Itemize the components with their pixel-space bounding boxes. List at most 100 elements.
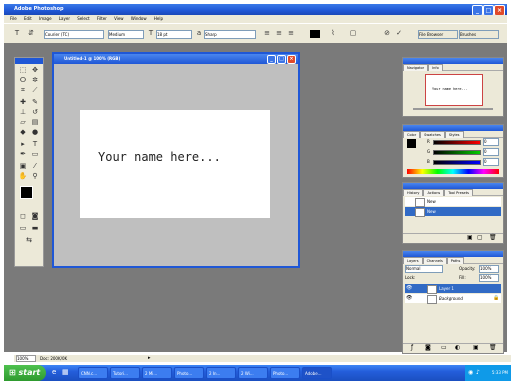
task-button-6[interactable]: 2 Wi... [238,367,268,379]
channel-r-value[interactable]: 0 [483,138,499,146]
menu-view[interactable]: View [114,16,124,21]
menu-file[interactable]: File [10,16,17,21]
doc-close-button[interactable]: × [287,55,296,64]
tab-styles[interactable]: Styles [444,131,464,138]
task-button-3[interactable]: 2 Mi... [142,367,172,379]
antialias-select[interactable]: Sharp [204,30,256,39]
channel-g-value[interactable]: 0 [483,148,499,156]
tab-swatches[interactable]: Swatches [420,131,445,138]
lasso-tool-icon[interactable]: ⵔ [18,76,28,84]
menu-layer[interactable]: Layer [59,16,70,21]
text-color-swatch[interactable] [310,30,320,38]
tab-layers[interactable]: Layers [403,257,423,264]
layer-row-layer-1[interactable]: 👁 Layer 1 [405,284,501,294]
history-state-item[interactable]: New [405,207,501,217]
marquee-tool-icon[interactable]: ⬚ [18,66,28,74]
new-layer-icon[interactable]: ▣ [473,344,479,351]
task-button-5[interactable]: 2 In... [206,367,236,379]
tab-paths[interactable]: Paths [446,257,465,264]
path-selection-tool-icon[interactable]: ▸ [18,140,28,148]
tray-network-icon[interactable]: ◉ [468,365,473,381]
trash-icon[interactable]: 🗑 [489,344,497,351]
stamp-tool-icon[interactable]: ⊥ [18,108,28,116]
hand-tool-icon[interactable]: ✋ [18,172,28,180]
shape-tool-icon[interactable]: ▭ [30,150,40,158]
gradient-tool-icon[interactable]: ▤ [30,118,40,126]
task-button-8[interactable]: Adobe... [302,367,332,379]
tab-channels[interactable]: Channels [422,257,447,264]
task-button-2[interactable]: Tutori... [110,367,140,379]
tray-volume-icon[interactable]: ♪ [476,365,480,381]
tab-info[interactable]: Info [428,64,443,71]
channel-r-slider[interactable] [433,140,481,145]
start-button[interactable]: ⊞ start [4,365,46,381]
trash-icon[interactable]: 🗑 [489,234,497,241]
palettes-icon[interactable]: ▢ [348,29,358,38]
zoom-slider[interactable] [413,108,493,110]
warp-text-icon[interactable]: ⌇ [328,29,338,38]
commit-icon[interactable]: ✓ [394,29,404,38]
channel-b-value[interactable]: 0 [483,158,499,166]
channel-b-slider[interactable] [433,160,481,165]
status-arrow-icon[interactable]: ▸ [148,355,151,362]
fg-color-preview[interactable] [407,139,416,148]
type-tool-icon[interactable]: T [12,29,22,38]
visibility-eye-icon[interactable]: 👁 [406,284,412,293]
adjustment-layer-icon[interactable]: ◐ [455,344,460,351]
dodge-tool-icon[interactable]: ● [30,128,40,136]
tab-history[interactable]: History [403,189,424,196]
file-browser-tab[interactable]: File Browser [418,30,458,39]
task-button-1[interactable]: CNN.c... [78,367,108,379]
menu-window[interactable]: Window [131,16,147,21]
blur-tool-icon[interactable]: ◆ [18,128,28,136]
new-snapshot-icon[interactable]: ▢ [477,234,483,241]
menu-edit[interactable]: Edit [24,16,32,21]
opacity-value[interactable]: 100% [479,265,499,273]
new-set-icon[interactable]: ▭ [441,344,447,351]
task-button-7[interactable]: Photo... [270,367,300,379]
visibility-eye-icon[interactable]: 👁 [406,294,412,303]
standard-mode-icon[interactable]: ◻ [18,212,28,220]
align-center-icon[interactable]: ≡ [274,29,284,38]
tab-actions[interactable]: Actions [423,189,445,196]
font-style-select[interactable]: Medium [108,30,144,39]
screen-mode-full-icon[interactable]: ▬ [30,224,40,232]
notes-tool-icon[interactable]: ▣ [18,162,28,170]
menu-select[interactable]: Select [77,16,89,21]
layer-mask-icon[interactable]: ◙ [425,344,431,351]
zoom-level[interactable]: 100% [16,355,36,362]
task-button-4[interactable]: Photo... [174,367,204,379]
zoom-tool-icon[interactable]: ⚲ [30,172,40,180]
layer-style-icon[interactable]: ƒ [411,344,413,351]
document-title-bar[interactable]: Untitled-1 @ 100% (RGB) _ □ × [54,54,298,64]
menu-filter[interactable]: Filter [97,16,107,21]
layer-row-background[interactable]: 👁 Background 🔒 [405,294,501,304]
tab-color[interactable]: Color [403,131,421,138]
history-snapshot-item[interactable]: New [405,197,501,207]
menu-help[interactable]: Help [154,16,163,21]
tab-navigator[interactable]: Navigator [403,64,429,71]
blend-mode-select[interactable]: Normal [405,265,443,273]
doc-minimize-button[interactable]: _ [267,55,276,64]
fill-value[interactable]: 100% [479,274,499,282]
screen-mode-standard-icon[interactable]: ▭ [18,224,28,232]
slice-tool-icon[interactable]: ⟋ [30,86,40,94]
brushes-tab[interactable]: Brushes [459,30,499,39]
jump-to-imageready-icon[interactable]: ⇆ [24,236,34,244]
navigator-thumbnail[interactable]: Your name here... [425,74,483,106]
align-right-icon[interactable]: ≡ [286,29,296,38]
channel-g-slider[interactable] [433,150,481,155]
cancel-icon[interactable]: ⊘ [382,29,392,38]
font-family-select[interactable]: Courier (TC) [44,30,104,39]
eraser-tool-icon[interactable]: ▱ [18,118,28,126]
font-size-select[interactable]: 18 pt [156,30,192,39]
foreground-color-swatch[interactable] [20,186,33,199]
move-tool-icon[interactable]: ✥ [30,66,40,74]
magic-wand-tool-icon[interactable]: ✲ [30,76,40,84]
pen-tool-icon[interactable]: ✒ [18,150,28,158]
clock[interactable]: 5:33 PM [492,370,508,375]
doc-maximize-button[interactable]: □ [277,55,286,64]
color-ramp[interactable] [407,169,499,174]
orientation-icon[interactable]: ⇵ [26,29,36,38]
canvas-text[interactable]: Your name here... [98,150,221,164]
